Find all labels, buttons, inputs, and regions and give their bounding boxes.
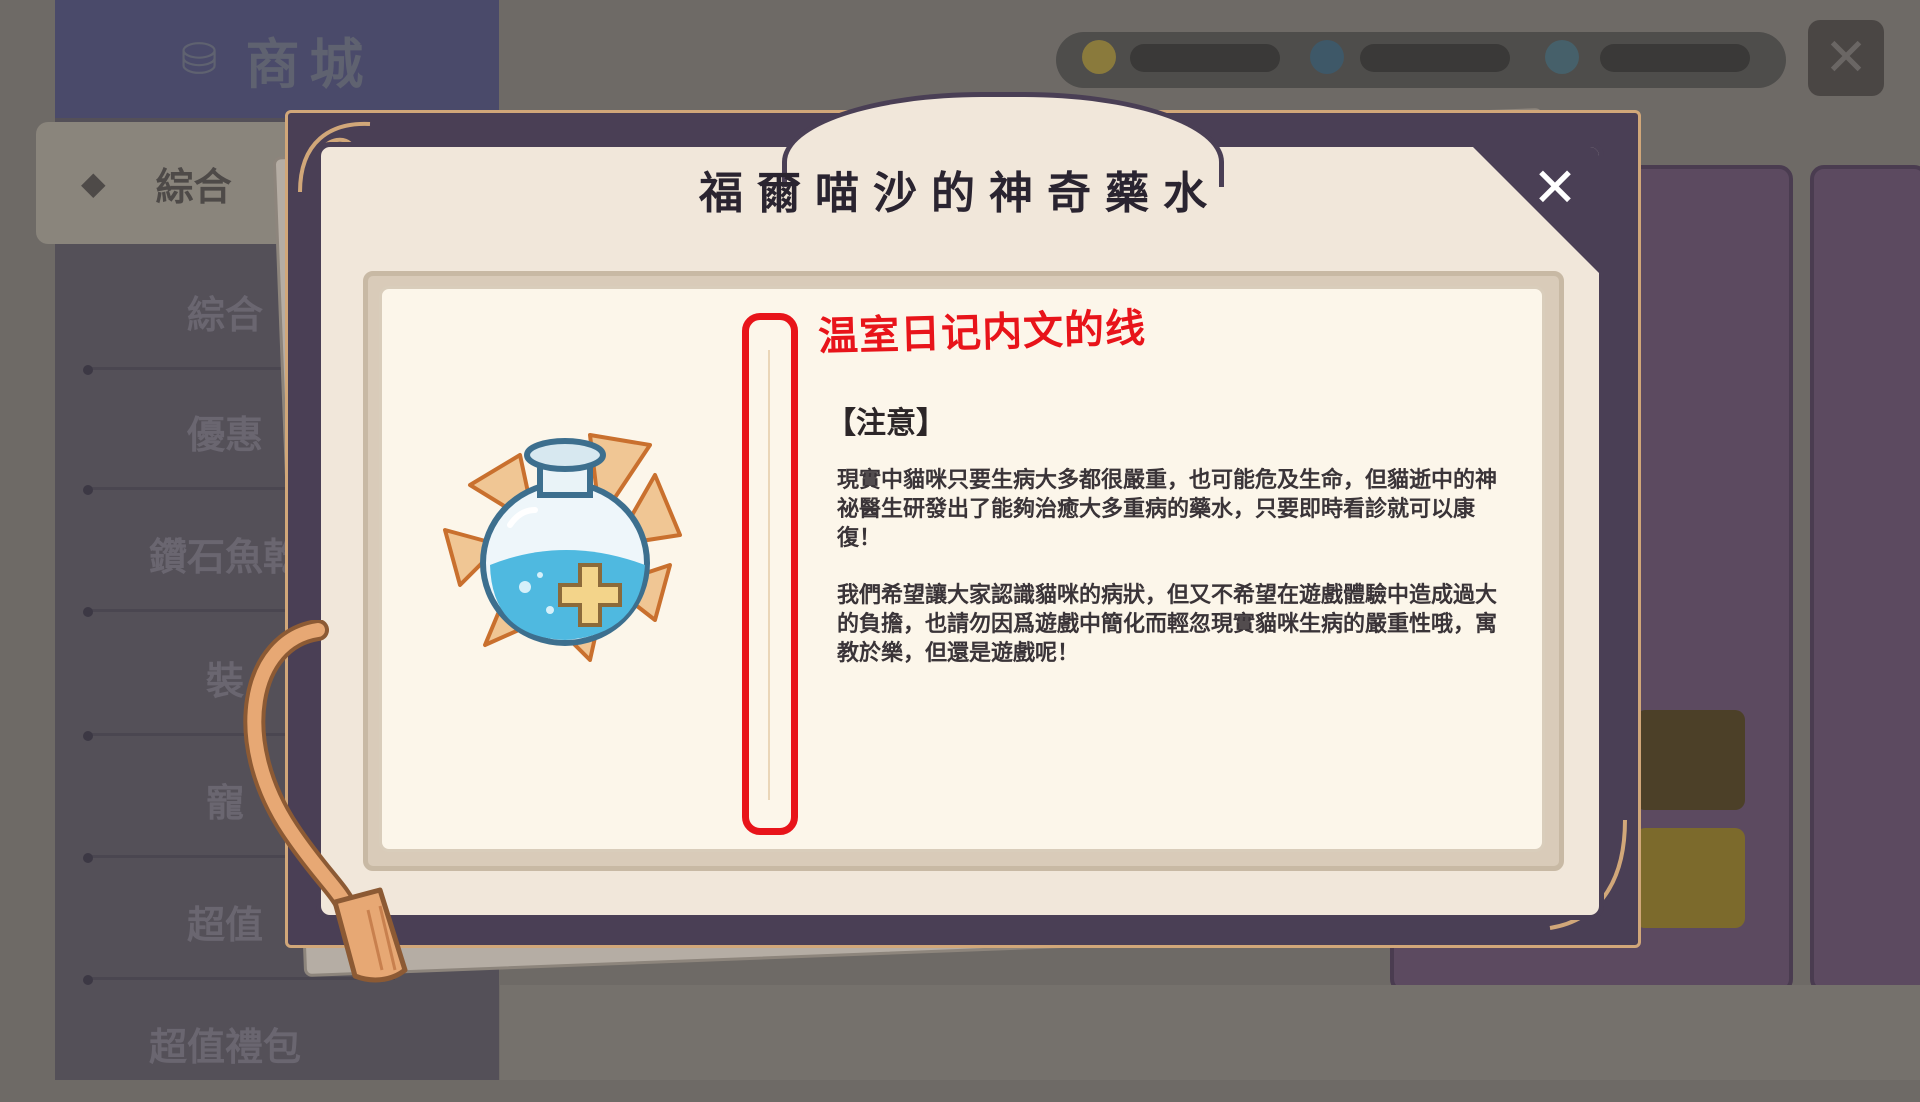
gem-icon [1545,40,1579,74]
shop-card[interactable] [1810,165,1920,993]
potion-icon [443,433,682,662]
annotation-bracket [742,313,798,835]
diamond-icon: ◆ [81,164,106,202]
shop-title: 商城 [245,32,374,96]
close-button[interactable]: ✕ [1524,155,1586,219]
fish-icon [1310,40,1344,74]
close-icon: ✕ [1532,155,1578,219]
shop-icon: ⛁ [180,33,228,85]
tassel-icon [243,620,408,983]
notice-paragraph-2: 我們希望讓大家認識貓咪的病狀，但又不希望在遊戲體驗中造成過大的負擔，也請勿因爲遊… [837,583,1498,666]
sidebar-tab-label: 綜合 [155,164,232,209]
annotation-text: 温室日记内文的线 [817,305,1147,361]
currency-slot [1600,44,1750,72]
notice-paragraph-1: 現實中貓咪只要生病大多都很嚴重，也可能危及生命，但貓逝中的神祕醫生研發出了能夠治… [837,468,1498,551]
card-button[interactable] [1635,710,1745,810]
sidebar-item-7[interactable]: 超值禮包 [55,984,395,1102]
floor-pattern [500,985,1920,1080]
currency-slot [1360,44,1510,72]
card-button[interactable] [1635,828,1745,928]
sidebar-item-label: 鑽石魚乾 [148,534,301,579]
shop-header: ⛁ 商城 [55,0,499,118]
sidebar-item-label: 優惠 [186,412,263,457]
notice-heading: 【注意】 [826,406,946,441]
sidebar-item-label: 超值禮包 [148,1024,301,1069]
shop-close-button[interactable]: ✕ [1808,20,1884,96]
currency-slot [1130,44,1280,72]
sidebar-item-label: 綜合 [186,292,263,337]
modal-title: 福爾喵沙的神奇藥水 [699,168,1221,219]
coin-icon [1082,40,1116,74]
divider-line [768,350,770,800]
